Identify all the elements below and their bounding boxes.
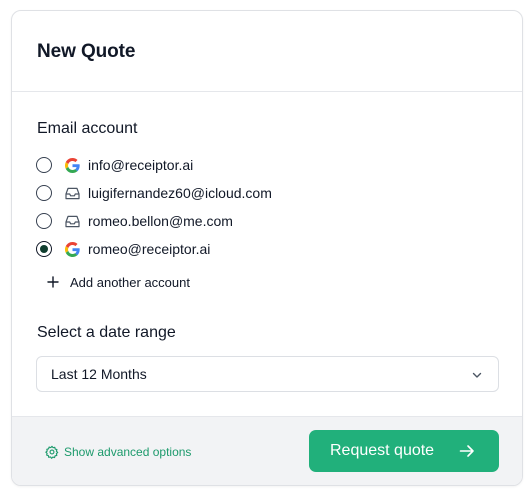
- account-option-luigifernandez60[interactable]: luigifernandez60@icloud.com: [36, 179, 496, 207]
- add-account-button[interactable]: Add another account: [46, 273, 190, 291]
- show-advanced-options-link[interactable]: Show advanced options: [45, 445, 191, 459]
- account-email: romeo@receiptor.ai: [88, 241, 211, 257]
- card-footer: Show advanced options Request quote: [12, 416, 522, 485]
- account-radio[interactable]: [36, 185, 52, 201]
- account-radio-selected[interactable]: [36, 241, 52, 257]
- account-option-romeo-bellon[interactable]: romeo.bellon@me.com: [36, 207, 496, 235]
- account-radio[interactable]: [36, 213, 52, 229]
- show-advanced-options-label: Show advanced options: [64, 445, 192, 459]
- gear-icon: [45, 445, 59, 459]
- chevron-down-icon: [470, 368, 484, 382]
- request-quote-label: Request quote: [330, 442, 435, 459]
- google-icon: [64, 157, 80, 173]
- email-account-label: Email account: [37, 120, 138, 137]
- plus-icon: [46, 275, 60, 289]
- page-title: New Quote: [37, 41, 136, 62]
- new-quote-card: New Quote Email account info@receiptor.a…: [11, 10, 523, 486]
- arrow-right-icon: [459, 444, 475, 458]
- inbox-icon: [64, 213, 80, 229]
- card-header: New Quote: [12, 11, 522, 92]
- email-account-list: info@receiptor.ai luigifernandez60@iclou…: [36, 151, 496, 263]
- account-email: romeo.bellon@me.com: [88, 213, 233, 229]
- account-email: info@receiptor.ai: [88, 157, 194, 173]
- add-account-label: Add another account: [70, 274, 190, 290]
- account-email: luigifernandez60@icloud.com: [88, 185, 272, 201]
- request-quote-button[interactable]: Request quote: [309, 430, 499, 472]
- date-range-select[interactable]: Last 12 Months: [36, 356, 499, 392]
- google-icon: [64, 241, 80, 257]
- date-range-label: Select a date range: [37, 324, 176, 341]
- account-option-romeo-receiptor[interactable]: romeo@receiptor.ai: [36, 235, 496, 263]
- account-option-info-receiptor[interactable]: info@receiptor.ai: [36, 151, 496, 179]
- date-range-value: Last 12 Months: [51, 366, 147, 382]
- account-radio[interactable]: [36, 157, 52, 173]
- inbox-icon: [64, 185, 80, 201]
